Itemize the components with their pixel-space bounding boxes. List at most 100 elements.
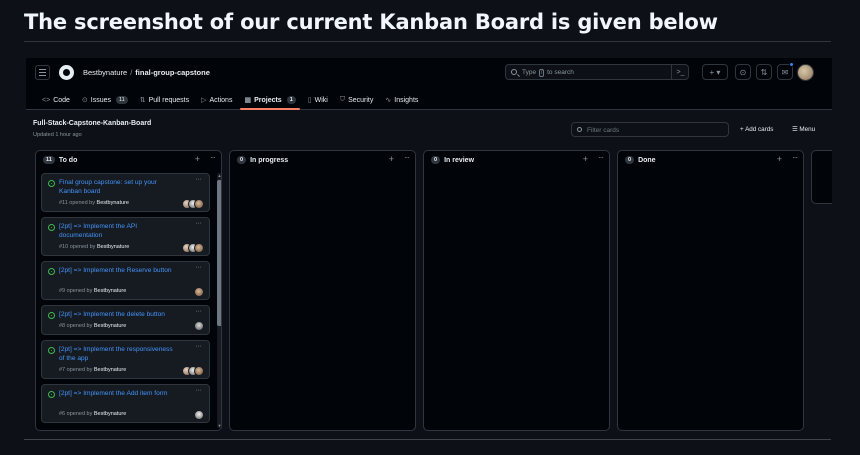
projects-count-badge: 1 [286,96,296,104]
list-item[interactable]: [2pt] => Implement the Add item form ···… [41,384,210,423]
repo-tabs: <> Code ⊙ Issues 11 ⇅ Pull requests ▷ Actions… [36,92,424,110]
breadcrumb-owner[interactable]: Bestbynature [83,68,127,77]
page-heading: The screenshot of our current Kanban Boa… [24,10,718,34]
tab-projects[interactable]: ▦ Projects 1 [238,92,301,110]
divider [24,439,831,440]
list-item[interactable]: [2pt] => Implement the Reserve button ··… [41,261,210,300]
shield-icon: ⛉ [339,96,346,103]
add-card-icon[interactable]: + [389,154,394,164]
card-meta: #8 opened by Bestbynature [59,323,127,329]
column-header: 0 Done [625,156,656,164]
tab-insights[interactable]: ∿ Insights [379,92,424,108]
command-palette-icon[interactable]: >_ [671,64,689,80]
column-title: In progress [250,156,289,164]
column-header: 0 In review [431,156,474,164]
tab-actions[interactable]: ▷ Actions [195,92,238,108]
list-item[interactable]: [2pt] => Implement the delete button ···… [41,305,210,335]
create-new-button[interactable]: + ▾ [702,64,728,80]
github-header: Bestbynature / final-group-capstone Type /… [26,58,832,110]
breadcrumb-repo[interactable]: final-group-capstone [135,68,210,77]
hamburger-menu-icon[interactable] [35,65,50,80]
add-card-icon[interactable]: + [195,154,200,164]
assignee-avatars [194,287,204,297]
card-meta: #9 opened by Bestbynature [59,288,127,294]
card-title[interactable]: [2pt] => Implement the Reserve button [59,267,177,276]
issue-opened-icon [48,312,55,319]
list-item[interactable]: Final group capstone: set up your Kanban… [41,173,210,212]
card-title[interactable]: [2pt] => Implement the Add item form [59,390,177,399]
git-pull-request-icon: ⇅ [139,97,146,104]
assignee-avatars [182,243,204,253]
divider [24,41,831,42]
assignee-avatars [194,410,204,420]
card-title[interactable]: [2pt] => Implement the responsiveness of… [59,346,177,363]
tab-pull-requests[interactable]: ⇅ Pull requests [134,92,195,108]
project-title: Full-Stack-Capstone-Kanban-Board [33,120,152,127]
issue-opened-icon [48,224,55,231]
card-title[interactable]: [2pt] => Implement the API documentation [59,223,177,240]
graph-icon: ∿ [385,97,392,104]
tab-issues[interactable]: ⊙ Issues 11 [76,92,134,108]
column-title: Done [638,156,656,164]
column-header: 0 In progress [237,156,288,164]
issue-opened-icon [48,180,55,187]
tab-security[interactable]: ⛉ Security [334,92,380,108]
issue-opened-icon: ⊙ [81,97,88,104]
card-menu-icon[interactable]: ··· [196,264,202,271]
user-avatar[interactable] [797,64,814,81]
issues-icon[interactable]: ⊙ [735,64,751,80]
menu-button[interactable]: ☰ Menu [792,126,815,133]
column-in-progress: 0 In progress + ··· [229,150,416,431]
issue-opened-icon [48,268,55,275]
avatar [194,243,204,253]
column-count-badge: 0 [237,156,247,164]
assignee-avatars [182,199,204,209]
column-menu-icon[interactable]: ··· [210,153,216,162]
tab-wiki[interactable]: ▯ Wiki [302,92,334,108]
column-menu-icon[interactable]: ··· [404,153,410,162]
pull-requests-icon[interactable]: ⇅ [756,64,772,80]
column-in-review: 0 In review + ··· [423,150,610,431]
card-menu-icon[interactable]: ··· [196,343,202,350]
column-menu-icon[interactable]: ··· [598,153,604,162]
assignee-avatars [182,366,204,376]
card-list: Final group capstone: set up your Kanban… [41,173,210,428]
table-icon: ▦ [244,97,252,104]
add-cards-button[interactable]: + Add cards [740,126,773,133]
scroll-down-icon[interactable]: ▼ [217,423,221,428]
github-logo-icon[interactable] [59,65,74,80]
card-menu-icon[interactable]: ··· [196,387,202,394]
card-title[interactable]: [2pt] => Implement the delete button [59,311,199,320]
project-updated: Updated 1 hour ago [33,132,82,138]
column-title: To do [58,156,78,164]
card-menu-icon[interactable]: ··· [196,176,202,183]
search-shortcut-key: / [538,68,545,77]
search-placeholder: Type / to search [522,68,574,77]
add-card-icon[interactable]: + [777,154,782,164]
breadcrumb: Bestbynature / final-group-capstone [83,68,210,77]
column-header: 11 To do [43,156,77,164]
search-input[interactable]: Type / to search [505,64,689,80]
list-item[interactable]: [2pt] => Implement the responsiveness of… [41,340,210,379]
card-meta: #10 opened by Bestbynature [59,244,130,250]
list-item[interactable]: [2pt] => Implement the API documentation… [41,217,210,256]
add-card-icon[interactable]: + [583,154,588,164]
card-title[interactable]: Final group capstone: set up your Kanban… [59,179,177,196]
breadcrumb-separator: / [130,68,133,77]
add-column-placeholder[interactable] [811,150,832,204]
scrollbar[interactable]: ▲ ▼ [217,173,221,428]
play-icon: ▷ [201,97,207,104]
search-icon [511,69,517,75]
scroll-up-icon[interactable]: ▲ [217,173,221,178]
page: The screenshot of our current Kanban Boa… [0,0,860,455]
notification-dot [789,62,794,67]
card-menu-icon[interactable]: ··· [196,220,202,227]
issue-opened-icon [48,347,55,354]
card-menu-icon[interactable]: ··· [196,308,202,315]
book-icon: ▯ [307,97,312,104]
filter-cards-input[interactable]: Filter cards [571,122,729,137]
scrollbar-thumb[interactable] [217,180,221,326]
tab-code[interactable]: <> Code [36,92,76,108]
column-to-do: 11 To do + ··· Final group capstone: set… [35,150,222,431]
column-menu-icon[interactable]: ··· [792,153,798,162]
